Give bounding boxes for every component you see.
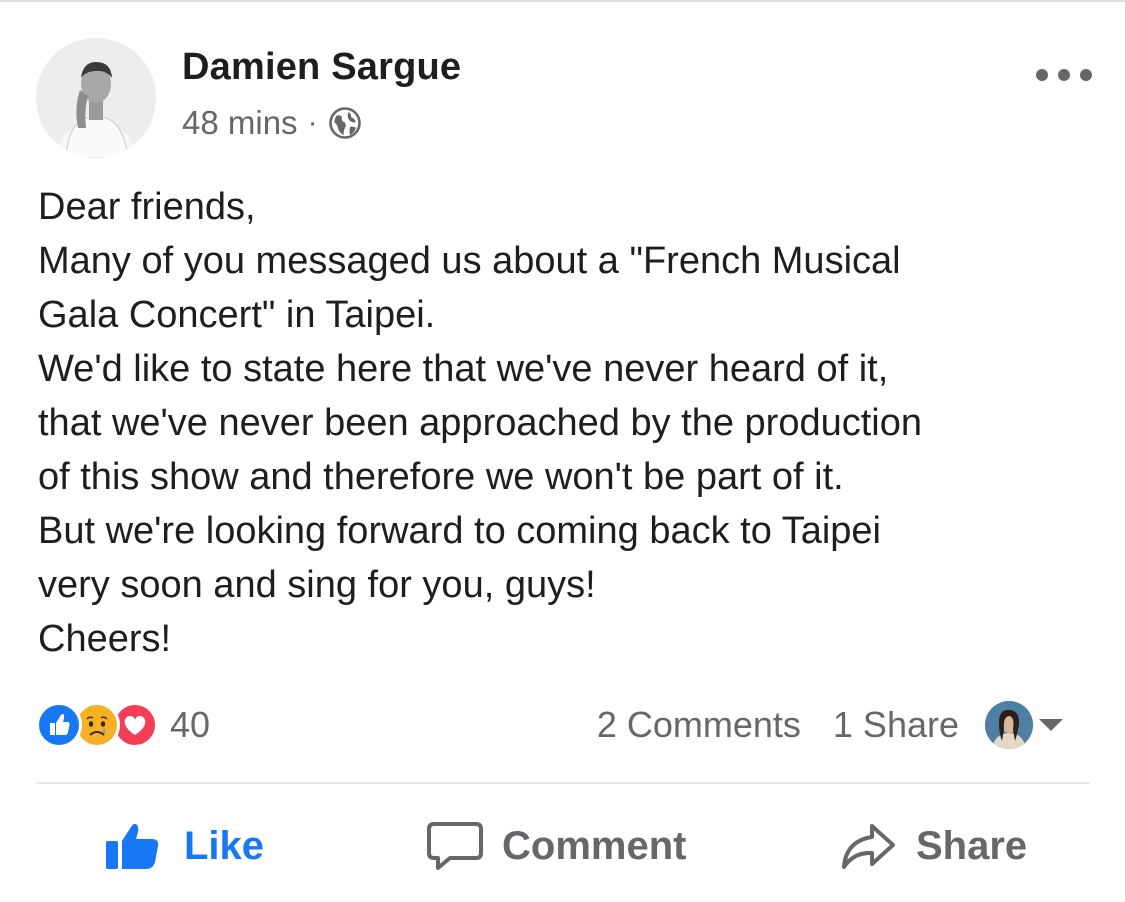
post-timestamp[interactable]: 48 mins (182, 104, 298, 142)
shares-count-link[interactable]: 1 Share (833, 704, 959, 746)
comment-button[interactable]: Comment (426, 808, 686, 884)
author-photo (36, 38, 156, 158)
reactions-summary[interactable]: 40 (36, 702, 210, 748)
more-dot-icon (1036, 69, 1048, 81)
like-reaction-icon (36, 702, 82, 748)
audience-dropdown-icon[interactable] (1039, 719, 1063, 731)
more-dot-icon (1058, 69, 1070, 81)
post-line: Dear friends, (38, 186, 256, 228)
comment-bubble-icon (426, 820, 484, 872)
top-divider (0, 0, 1125, 2)
share-arrow-icon (840, 821, 896, 871)
actions-divider (36, 782, 1090, 784)
reaction-count: 40 (170, 704, 211, 745)
engagement-stats: 2 Comments 1 Share (597, 700, 1063, 750)
viewer-avatar[interactable] (985, 701, 1033, 749)
post-line: that we've never been approached by the … (38, 402, 922, 444)
post-body: Dear friends, Many of you messaged us ab… (38, 180, 1098, 666)
post-line: very soon and sing for you, guys! (38, 564, 596, 606)
post-line: Many of you messaged us about a "French … (38, 240, 901, 282)
share-button[interactable]: Share (840, 808, 1027, 884)
share-label: Share (916, 823, 1028, 868)
more-options-button[interactable] (1036, 60, 1092, 90)
comments-count-link[interactable]: 2 Comments (597, 704, 801, 746)
comment-label: Comment (502, 823, 687, 868)
post-line: We'd like to state here that we've never… (38, 348, 889, 390)
post-meta: 48 mins · (182, 103, 362, 143)
like-button[interactable]: Like (104, 808, 264, 884)
globe-icon[interactable] (328, 106, 362, 140)
post-line: Gala Concert" in Taipei. (38, 294, 436, 336)
post-line: But we're looking forward to coming back… (38, 510, 881, 552)
author-name[interactable]: Damien Sargue (182, 46, 461, 89)
post-line: of this show and therefore we won't be p… (38, 456, 844, 498)
like-label: Like (184, 823, 265, 868)
action-bar: Like Comment Share (0, 808, 1125, 884)
more-dot-icon (1080, 69, 1092, 81)
meta-separator: · (307, 106, 318, 139)
author-avatar[interactable] (36, 38, 156, 158)
thumbs-up-icon (104, 821, 162, 871)
post-line: Cheers! (38, 618, 172, 660)
